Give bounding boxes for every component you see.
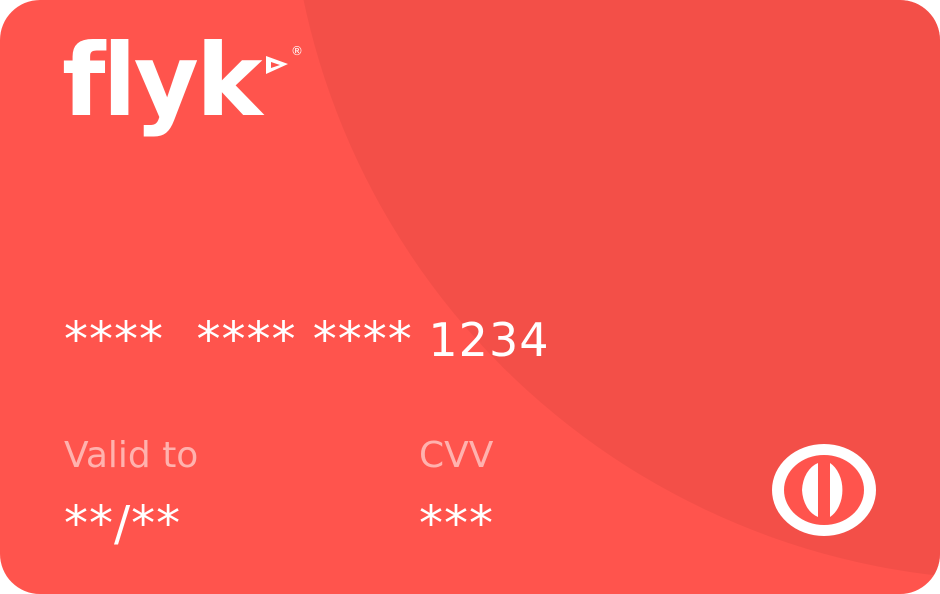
flag-arrow-icon [266,56,288,74]
card-number: **** **** **** 1234 [64,310,549,370]
card-number-last4: 1234 [413,310,550,370]
brand-logo: flyk ® [62,26,312,156]
card-number-last4-value: 1234 [428,313,550,367]
diners-club-icon [772,444,876,536]
valid-to-value: **/** [64,496,182,552]
registered-trademark: ® [291,44,303,58]
brand-logo-text: flyk [62,22,262,139]
cvv-label: CVV [419,435,494,476]
payment-card: flyk ® **** **** **** 1234 Valid to **/*… [0,0,940,594]
valid-to-label: Valid to [64,435,199,476]
card-number-masked: **** **** **** [64,312,413,368]
cvv-value: *** [419,496,494,552]
